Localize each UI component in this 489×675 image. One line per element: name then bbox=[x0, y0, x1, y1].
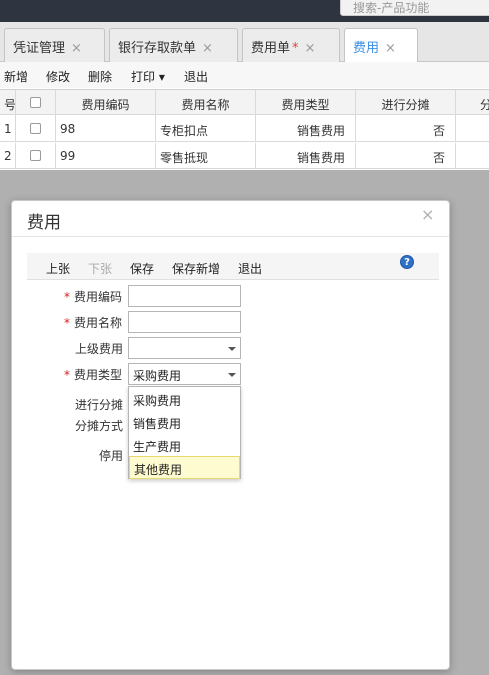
option-purchase-expense[interactable]: 采购费用 bbox=[129, 388, 240, 411]
type-label-text: 费用类型 bbox=[74, 368, 123, 382]
close-icon[interactable]: × bbox=[202, 41, 213, 56]
dialog-divider bbox=[12, 236, 449, 237]
edit-button[interactable]: 修改 bbox=[46, 68, 70, 85]
cell-allocate: 否 bbox=[356, 143, 456, 169]
column-header-code[interactable]: 费用编码 bbox=[56, 90, 156, 116]
expense-name-input[interactable] bbox=[128, 311, 241, 333]
allocation-method-label: 分摊方式 bbox=[75, 419, 124, 433]
code-label-text: 费用编码 bbox=[74, 290, 123, 304]
required-marker: * bbox=[64, 290, 70, 304]
expense-code-input[interactable] bbox=[128, 285, 241, 307]
tab-bank-deposit[interactable]: 银行存取款单 × bbox=[109, 28, 238, 62]
row-select bbox=[16, 143, 56, 169]
column-header-type[interactable]: 费用类型 bbox=[256, 90, 356, 116]
row-select bbox=[16, 116, 56, 142]
allocate-label: 进行分摊 bbox=[75, 398, 124, 412]
row-number: 1 bbox=[0, 116, 16, 142]
row-number: 2 bbox=[0, 143, 16, 169]
close-icon[interactable]: × bbox=[305, 41, 316, 56]
parent-expense-select[interactable] bbox=[128, 337, 241, 359]
cell-code: 98 bbox=[56, 116, 156, 142]
tab-label: 银行存取款单 bbox=[118, 41, 197, 56]
prev-record-button[interactable]: 上张 bbox=[46, 260, 70, 277]
table-row[interactable]: 1 98 专柜扣点 销售费用 否 bbox=[0, 116, 489, 142]
required-marker: * bbox=[64, 368, 70, 382]
expense-type-value: 采购费用 bbox=[133, 369, 182, 383]
expense-type-dropdown: 采购费用 销售费用 生产费用 其他费用 bbox=[128, 386, 241, 479]
name-label: * 费用名称 bbox=[64, 314, 122, 331]
row-checkbox[interactable] bbox=[30, 123, 41, 134]
expense-dialog: 费用 × 上张 下张 保存 保存新增 退出 ? * 费用编码 * 费用名称 上级费用… bbox=[11, 200, 450, 670]
cell-type: 销售费用 bbox=[256, 116, 356, 142]
chevron-down-icon: ▾ bbox=[158, 70, 165, 84]
cell-name: 零售抵现 bbox=[156, 143, 256, 169]
next-record-button[interactable]: 下张 bbox=[88, 260, 112, 277]
tab-label: 费用 bbox=[353, 41, 380, 56]
type-label: * 费用类型 bbox=[64, 366, 122, 383]
dialog-toolbar: 上张 下张 保存 保存新增 退出 ? bbox=[27, 253, 439, 280]
select-all-checkbox[interactable] bbox=[30, 97, 41, 108]
name-label-text: 费用名称 bbox=[74, 316, 123, 330]
cell-code: 99 bbox=[56, 143, 156, 169]
search-input[interactable]: 搜索-产品功能 bbox=[340, 0, 489, 16]
cell-name: 专柜扣点 bbox=[156, 116, 256, 142]
column-header-allocation-method[interactable]: 分 bbox=[456, 90, 489, 116]
row-checkbox[interactable] bbox=[30, 150, 41, 161]
save-and-new-button[interactable]: 保存新增 bbox=[172, 260, 220, 277]
option-other-expense[interactable]: 其他费用 bbox=[129, 456, 240, 479]
close-icon[interactable]: × bbox=[421, 205, 434, 224]
parent-expense-label: 上级费用 bbox=[75, 342, 124, 356]
cell-allocation-method bbox=[456, 143, 489, 169]
chevron-down-icon bbox=[228, 373, 236, 377]
exit-button[interactable]: 退出 bbox=[184, 68, 208, 85]
table-header-row: 号 费用编码 费用名称 费用类型 进行分摊 分 bbox=[0, 89, 489, 116]
tab-voucher-management[interactable]: 凭证管理 × bbox=[4, 28, 105, 62]
cell-allocate: 否 bbox=[356, 116, 456, 142]
option-production-expense[interactable]: 生产费用 bbox=[129, 434, 240, 457]
main-toolbar: 新增 修改 删除 打印 ▾ 退出 bbox=[0, 62, 489, 88]
delete-button[interactable]: 删除 bbox=[88, 68, 112, 85]
cell-allocation-method bbox=[456, 116, 489, 142]
option-sales-expense[interactable]: 销售费用 bbox=[129, 411, 240, 434]
print-button[interactable]: 打印 ▾ bbox=[131, 68, 165, 85]
add-button[interactable]: 新增 bbox=[4, 68, 28, 85]
tab-expense[interactable]: 费用 × bbox=[344, 28, 418, 63]
help-icon[interactable]: ? bbox=[400, 255, 414, 269]
close-icon[interactable]: × bbox=[385, 41, 396, 56]
top-bar: 搜索-产品功能 bbox=[0, 0, 489, 22]
table-row[interactable]: 2 99 零售抵现 销售费用 否 bbox=[0, 143, 489, 169]
column-header-name[interactable]: 费用名称 bbox=[156, 90, 256, 116]
required-marker: * bbox=[64, 316, 70, 330]
expense-type-select[interactable]: 采购费用 bbox=[128, 363, 241, 385]
unsaved-indicator: * bbox=[292, 41, 299, 56]
exit-button[interactable]: 退出 bbox=[238, 260, 262, 277]
disable-label: 停用 bbox=[99, 449, 124, 463]
dialog-title: 费用 bbox=[27, 213, 61, 233]
chevron-down-icon bbox=[228, 347, 236, 351]
tab-strip: 凭证管理 × 银行存取款单 × 费用单 * × 费用 × bbox=[0, 22, 489, 63]
tab-expense-bill[interactable]: 费用单 * × bbox=[242, 28, 340, 62]
close-icon[interactable]: × bbox=[71, 41, 82, 56]
code-label: * 费用编码 bbox=[64, 288, 122, 305]
tab-label: 费用单 bbox=[251, 41, 291, 56]
column-header-select bbox=[16, 90, 56, 116]
cell-type: 销售费用 bbox=[256, 143, 356, 169]
column-header-number: 号 bbox=[0, 90, 16, 116]
column-header-allocate[interactable]: 进行分摊 bbox=[356, 90, 456, 116]
save-button[interactable]: 保存 bbox=[130, 260, 154, 277]
print-label: 打印 bbox=[131, 70, 156, 84]
tab-label: 凭证管理 bbox=[13, 41, 66, 56]
